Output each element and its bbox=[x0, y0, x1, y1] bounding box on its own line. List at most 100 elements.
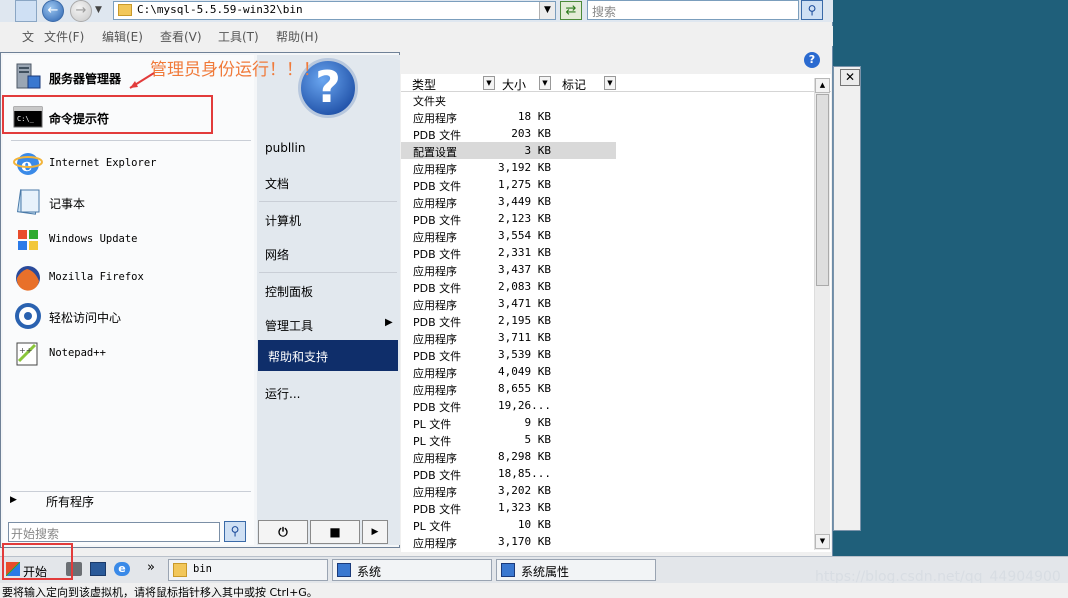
file-row[interactable]: 应用程序 3,437 KB bbox=[401, 261, 616, 278]
file-row[interactable]: PDB 文件 2,083 KB bbox=[401, 278, 616, 295]
power-button[interactable]: ⏻ bbox=[258, 520, 308, 544]
file-row[interactable]: PDB 文件 2,331 KB bbox=[401, 244, 616, 261]
file-type: 应用程序 bbox=[413, 299, 457, 312]
menu-file[interactable]: 文件(F) bbox=[44, 28, 84, 45]
file-type: 配置设置 bbox=[413, 146, 457, 159]
history-dropdown-icon[interactable]: ▼ bbox=[95, 5, 102, 15]
recent-ease-of-access[interactable]: 轻松访问中心 bbox=[11, 298, 254, 334]
refresh-button[interactable]: ⇄ bbox=[560, 1, 582, 20]
close-icon[interactable]: ✕ bbox=[840, 69, 860, 86]
user-folder[interactable]: publlin bbox=[265, 141, 305, 155]
shutdown-options-button[interactable]: ▶ bbox=[362, 520, 388, 544]
recent-notepad[interactable]: 记事本 bbox=[11, 184, 254, 220]
file-size: 3,170 KB bbox=[498, 535, 551, 548]
file-row[interactable]: PDB 文件 2,123 KB bbox=[401, 210, 616, 227]
lock-button[interactable]: ■ bbox=[310, 520, 360, 544]
notepad-icon bbox=[16, 189, 40, 215]
menu-tools[interactable]: 工具(T) bbox=[218, 28, 259, 45]
file-size: 1,323 KB bbox=[498, 501, 551, 514]
scroll-up-icon[interactable]: ▲ bbox=[815, 78, 830, 93]
file-row[interactable]: 应用程序 18 KB bbox=[401, 108, 616, 125]
file-row[interactable]: PDB 文件 203 KB bbox=[401, 125, 616, 142]
file-row[interactable]: PDB 文件 1,275 KB bbox=[401, 176, 616, 193]
menu-edit[interactable]: 编辑(E) bbox=[102, 28, 143, 45]
task-bin[interactable]: bin bbox=[168, 559, 328, 581]
notepadpp-icon: ++ bbox=[16, 342, 38, 366]
scroll-thumb[interactable] bbox=[816, 94, 829, 286]
column-size[interactable]: 大小 bbox=[502, 76, 526, 92]
show-desktop-icon[interactable] bbox=[90, 562, 106, 576]
quicklaunch-overflow-icon[interactable]: » bbox=[147, 560, 155, 575]
file-row[interactable]: PDB 文件 1,323 KB bbox=[401, 499, 616, 516]
address-bar[interactable]: C:\mysql-5.5.59-win32\bin ▼ bbox=[113, 1, 556, 20]
documents-link[interactable]: 文档 bbox=[265, 175, 289, 192]
run-link[interactable]: 运行... bbox=[265, 385, 300, 402]
file-row[interactable]: 应用程序 3,711 KB bbox=[401, 329, 616, 346]
column-tag[interactable]: 标记 bbox=[562, 76, 586, 92]
file-row[interactable]: PDB 文件 3,539 KB bbox=[401, 346, 616, 363]
column-type-dropdown[interactable]: ▼ bbox=[483, 76, 495, 90]
file-row[interactable]: 文件夹 bbox=[401, 91, 616, 108]
highlight-start bbox=[2, 543, 73, 580]
recent-windows-update[interactable]: Windows Update bbox=[11, 222, 254, 258]
computer-link[interactable]: 计算机 bbox=[265, 212, 301, 229]
task-system-properties[interactable]: 系统属性 bbox=[496, 559, 656, 581]
file-row[interactable]: PDB 文件 19,26... bbox=[401, 397, 616, 414]
file-type: PDB 文件 bbox=[413, 503, 462, 516]
file-row[interactable]: 应用程序 3,170 KB bbox=[401, 533, 616, 550]
file-row[interactable]: 应用程序 8,298 KB bbox=[401, 448, 616, 465]
search-input[interactable]: 搜索 bbox=[587, 0, 799, 20]
file-row[interactable]: PDB 文件 2,195 KB bbox=[401, 312, 616, 329]
file-size: 3,554 KB bbox=[498, 229, 551, 242]
forward-button[interactable]: → bbox=[70, 0, 92, 22]
file-size: 2,083 KB bbox=[498, 280, 551, 293]
file-type: PDB 文件 bbox=[413, 282, 462, 295]
file-row[interactable]: PDB 文件 18,85... bbox=[401, 465, 616, 482]
recent-label: Mozilla Firefox bbox=[49, 271, 144, 283]
search-icon[interactable]: ⚲ bbox=[801, 0, 823, 20]
scroll-down-icon[interactable]: ▼ bbox=[815, 534, 830, 549]
file-row[interactable]: 应用程序 3,202 KB bbox=[401, 482, 616, 499]
file-row[interactable]: 应用程序 4,049 KB bbox=[401, 363, 616, 380]
column-type[interactable]: 类型 bbox=[412, 76, 436, 92]
file-row[interactable]: PL 文件 5 KB bbox=[401, 431, 616, 448]
file-row[interactable]: 应用程序 3,554 KB bbox=[401, 227, 616, 244]
file-row[interactable]: PL 文件 10 KB bbox=[401, 516, 616, 533]
file-row[interactable]: 应用程序 3,449 KB bbox=[401, 193, 616, 210]
help-and-support-link[interactable]: 帮助和支持 bbox=[258, 340, 398, 371]
address-dropdown-button[interactable]: ▼ bbox=[539, 2, 555, 19]
column-size-dropdown[interactable]: ▼ bbox=[539, 76, 551, 90]
start-search-input[interactable]: 开始搜索 bbox=[8, 522, 220, 542]
vertical-scrollbar[interactable]: ▲ ▼ bbox=[814, 78, 830, 550]
column-tag-dropdown[interactable]: ▼ bbox=[604, 76, 616, 90]
network-link[interactable]: 网络 bbox=[265, 246, 289, 263]
help-icon[interactable]: ? bbox=[804, 52, 820, 68]
menu-view[interactable]: 查看(V) bbox=[160, 28, 202, 45]
menu-help[interactable]: 帮助(H) bbox=[276, 28, 318, 45]
task-system[interactable]: 系统 bbox=[332, 559, 492, 581]
ie-quicklaunch-icon[interactable]: e bbox=[114, 562, 130, 576]
file-rows: 文件夹 应用程序 18 KB PDB 文件 203 KB 配置设置 3 KB 应用程序 3,19… bbox=[401, 91, 811, 551]
task-label: 系统属性 bbox=[521, 565, 570, 579]
task-label: bin bbox=[193, 563, 212, 575]
search-icon[interactable]: ⚲ bbox=[224, 521, 246, 542]
file-size: 3,202 KB bbox=[498, 484, 551, 497]
recent-ie[interactable]: e Internet Explorer bbox=[11, 146, 254, 182]
file-type: PL 文件 bbox=[413, 520, 452, 533]
folder-icon bbox=[118, 4, 132, 16]
recent-firefox[interactable]: Mozilla Firefox bbox=[11, 260, 254, 296]
file-row[interactable]: PL 文件 9 KB bbox=[401, 414, 616, 431]
file-type: 应用程序 bbox=[413, 486, 457, 499]
file-type: PDB 文件 bbox=[413, 214, 462, 227]
control-panel-link[interactable]: 控制面板 bbox=[265, 283, 313, 300]
admin-tools-link[interactable]: 管理工具 bbox=[265, 317, 313, 334]
vm-status-bar: 要将输入定向到该虚拟机，请将鼠标指针移入其中或按 Ctrl+G。 bbox=[0, 583, 1068, 598]
svg-text:++: ++ bbox=[19, 346, 32, 355]
file-type: 应用程序 bbox=[413, 112, 457, 125]
recent-notepadpp[interactable]: ++ Notepad++ bbox=[11, 336, 254, 372]
file-row[interactable]: 应用程序 8,655 KB bbox=[401, 380, 616, 397]
back-button[interactable]: ← bbox=[42, 0, 64, 22]
file-row[interactable]: 应用程序 3,471 KB bbox=[401, 295, 616, 312]
file-row[interactable]: 应用程序 3,192 KB bbox=[401, 159, 616, 176]
file-row[interactable]: 配置设置 3 KB bbox=[401, 142, 616, 159]
